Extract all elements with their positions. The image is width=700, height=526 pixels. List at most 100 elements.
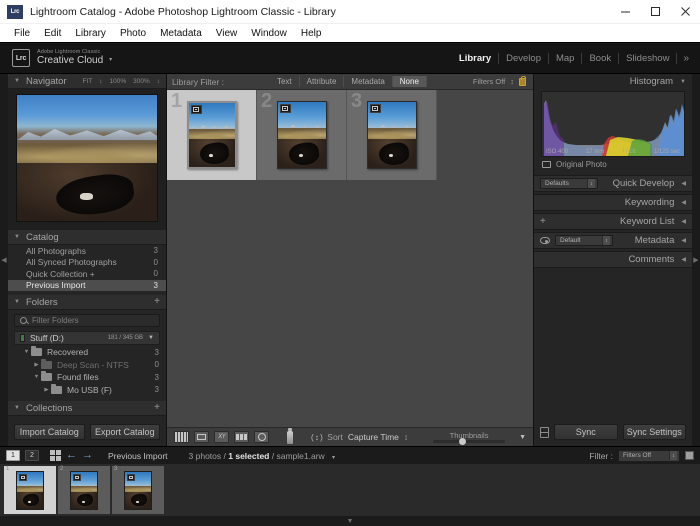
menu-edit[interactable]: Edit <box>37 28 68 39</box>
folder-row-recovered[interactable]: ▼ Recovered 3 <box>8 346 166 359</box>
export-catalog-button[interactable]: Export Catalog <box>89 424 160 440</box>
add-collection-icon[interactable]: + <box>154 403 160 413</box>
loupe-view-icon[interactable] <box>194 431 209 443</box>
section-keyword-list[interactable]: Keyword List + Keyword List ◀ <box>534 213 692 230</box>
histogram-header[interactable]: Histogram ▼ <box>534 74 692 89</box>
disclosure-triangle-icon[interactable]: ▶ <box>32 362 41 368</box>
folder-row-deep-scan-ntfs[interactable]: ▶ Deep Scan - NTFS 0 <box>8 358 166 372</box>
disclosure-triangle-icon[interactable]: ▶ <box>42 387 51 393</box>
zoom-stepper-icon[interactable]: ↕ <box>157 78 160 85</box>
module-book[interactable]: Book <box>582 52 620 64</box>
grid-cell-2[interactable]: 2 <box>257 90 347 180</box>
disclosure-triangle-icon[interactable]: ▼ <box>14 78 20 84</box>
compare-view-icon[interactable]: X Y <box>214 431 229 443</box>
navigator-header[interactable]: ▼ Navigator FIT ↕ 100% 300% ↕ <box>8 74 166 89</box>
disclosure-triangle-icon[interactable]: ◀ <box>681 180 686 187</box>
filmstrip-selection-info[interactable]: 3 photos / 1 selected / sample1.arw ▾ <box>189 451 336 461</box>
catalog-item-previous-import[interactable]: Previous Import 3 <box>8 279 166 291</box>
module-more-icon[interactable]: » <box>677 53 694 64</box>
section-keywording[interactable]: Keywording ◀ <box>534 194 692 211</box>
menu-view[interactable]: View <box>209 28 245 39</box>
chevron-down-icon[interactable]: ▾ <box>332 455 335 461</box>
menu-library[interactable]: Library <box>68 28 113 39</box>
histogram-chart[interactable]: ISO 400 17 mm f / 16 1/125 sec <box>541 91 685 157</box>
filters-stepper-icon[interactable]: ↕ <box>510 77 514 86</box>
disclosure-triangle-icon[interactable]: ◀ <box>681 218 686 225</box>
disclosure-triangle-icon[interactable]: ▼ <box>22 349 31 355</box>
slider-knob[interactable] <box>459 437 467 445</box>
thumbnail-image[interactable] <box>366 101 417 169</box>
painter-spray-icon[interactable] <box>287 427 293 444</box>
import-catalog-button[interactable]: Import Catalog <box>14 424 85 440</box>
forward-arrow-icon[interactable]: → <box>82 450 93 461</box>
metadata-preset-combo[interactable]: Default ↕ <box>555 235 613 246</box>
sort-value-stepper-icon[interactable]: ↕ <box>404 432 408 442</box>
catalog-header[interactable]: ▼ Catalog <box>8 230 166 245</box>
sync-settings-button[interactable]: Sync Settings <box>622 424 686 440</box>
combo-stepper-icon[interactable]: ↕ <box>587 179 595 188</box>
disclosure-triangle-icon[interactable]: ▼ <box>32 374 41 380</box>
crop-badge-icon[interactable] <box>369 104 381 113</box>
disclosure-triangle-icon[interactable]: ▼ <box>14 405 20 411</box>
brand-block[interactable]: Adobe Lightroom Classic Creative Cloud ▾ <box>37 49 112 67</box>
disclosure-triangle-icon[interactable]: ◀ <box>681 256 686 263</box>
section-quick-develop[interactable]: Defaults ↕ Quick Develop ◀ <box>534 175 692 192</box>
maximize-icon[interactable] <box>640 0 670 24</box>
catalog-item-all-synced-photographs[interactable]: All Synced Photographs 0 <box>8 257 166 269</box>
disclosure-triangle-icon[interactable]: ▼ <box>14 234 20 240</box>
sort-direction-icon[interactable]: ( ↕ ) <box>311 433 323 442</box>
menu-window[interactable]: Window <box>244 28 294 39</box>
filter-tab-attribute[interactable]: Attribute <box>300 76 345 87</box>
metadata-visibility-eye-icon[interactable] <box>540 237 550 244</box>
people-view-icon[interactable] <box>254 431 269 443</box>
slider-track[interactable] <box>433 437 506 445</box>
thumbnail-image[interactable] <box>70 470 98 510</box>
zoom-fit[interactable]: FIT <box>83 78 93 85</box>
folder-row-found-files[interactable]: ▼ Found files 3 <box>8 371 166 384</box>
add-keyword-plus-icon[interactable]: + <box>540 216 546 227</box>
disclosure-triangle-icon[interactable]: ▼ <box>14 299 20 305</box>
minimize-icon[interactable] <box>610 0 640 24</box>
folder-row-mo-usb-f[interactable]: ▶ Mo USB (F) 3 <box>8 383 166 397</box>
thumbnail-image[interactable] <box>16 470 44 510</box>
filmstrip-cell-1[interactable]: 1 <box>4 466 56 514</box>
filmstrip-cell-3[interactable]: 3 <box>112 466 164 514</box>
filmstrip-cell-2[interactable]: 2 <box>58 466 110 514</box>
navigator-preview[interactable] <box>8 89 166 230</box>
filmstrip-grid-icon[interactable] <box>50 450 61 461</box>
toolbar-options-caret-icon[interactable]: ▼ <box>519 434 526 441</box>
crop-badge-icon[interactable] <box>19 473 27 481</box>
thumbnail-image[interactable] <box>186 101 237 169</box>
crop-badge-icon[interactable] <box>190 105 202 114</box>
module-develop[interactable]: Develop <box>499 52 549 64</box>
catalog-item-quick-collection[interactable]: Quick Collection + 0 <box>8 268 166 280</box>
folders-header[interactable]: ▼ Folders + <box>8 295 166 310</box>
crop-badge-icon[interactable] <box>279 104 291 113</box>
menu-help[interactable]: Help <box>294 28 329 39</box>
menu-metadata[interactable]: Metadata <box>153 28 209 39</box>
preview-image[interactable] <box>16 94 158 222</box>
zoom-300[interactable]: 300% <box>133 78 150 85</box>
combo-stepper-icon[interactable]: ↕ <box>602 236 610 245</box>
thumbnail-image[interactable] <box>276 101 327 169</box>
grid-cell-3[interactable]: 3 <box>347 90 437 180</box>
screen-1-button[interactable]: 1 <box>6 450 20 461</box>
back-arrow-icon[interactable]: ← <box>66 450 77 461</box>
filter-folders-input[interactable]: Filter Folders <box>14 314 160 327</box>
disclosure-triangle-icon[interactable]: ◀ <box>681 199 686 206</box>
section-metadata[interactable]: Default ↕ Metadata ◀ <box>534 232 692 249</box>
filmstrip-source-label[interactable]: Previous Import <box>108 451 168 461</box>
lock-icon[interactable] <box>518 75 527 86</box>
quick-develop-preset-combo[interactable]: Defaults ↕ <box>540 178 598 189</box>
filmstrip-filter-combo[interactable]: Filters Off ↕ <box>618 449 680 462</box>
zoom-100[interactable]: 100% <box>110 78 127 85</box>
catalog-item-all-photographs[interactable]: All Photographs 3 <box>8 245 166 257</box>
crop-badge-icon[interactable] <box>73 473 81 481</box>
sync-button[interactable]: Sync <box>554 424 618 440</box>
disclosure-triangle-icon[interactable]: ▼ <box>680 79 686 85</box>
filmstrip-filter-toggle-icon[interactable] <box>685 451 694 460</box>
grid-view-icon[interactable] <box>174 431 189 443</box>
original-photo-toggle[interactable]: Original Photo <box>534 157 692 173</box>
close-icon[interactable] <box>670 0 700 24</box>
section-comments[interactable]: Comments ◀ <box>534 251 692 268</box>
